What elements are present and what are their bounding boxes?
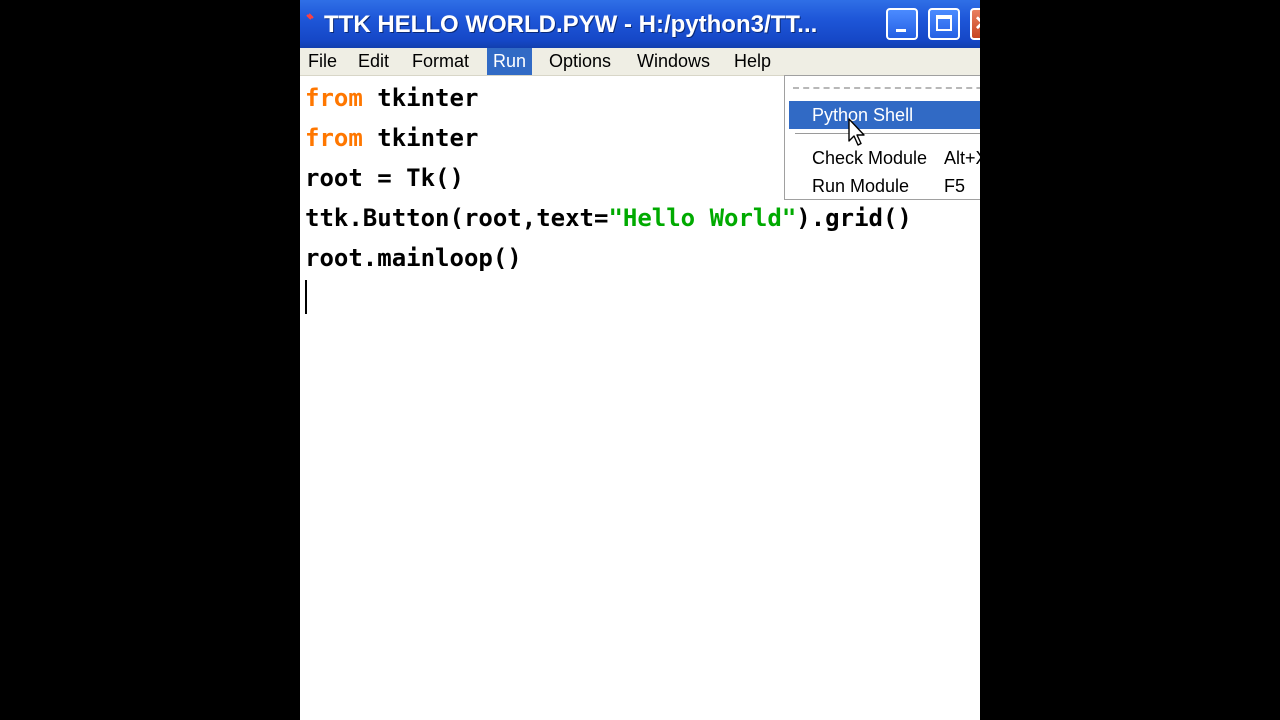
code-line: from tkinter <box>305 80 478 116</box>
idle-editor-window: TTK HELLO WORLD.PYW - H:/python3/TT... ✕… <box>300 0 980 720</box>
tearoff-line[interactable] <box>793 87 980 89</box>
menu-windows[interactable]: Windows <box>631 48 716 75</box>
menu-item-check-module[interactable]: Check Module Alt+X <box>789 144 980 172</box>
keyword: from <box>305 84 363 112</box>
menu-file[interactable]: File <box>302 48 343 75</box>
menu-format[interactable]: Format <box>406 48 475 75</box>
mouse-pointer-icon <box>848 118 865 146</box>
code-text: tkinter <box>362 124 479 152</box>
menu-item-shortcut: Alt+X <box>944 148 980 168</box>
string-literal: "Hello World" <box>608 204 797 232</box>
menu-options[interactable]: Options <box>543 48 617 75</box>
idle-app-icon <box>306 13 314 20</box>
code-text: tkinter <box>362 84 479 112</box>
menu-item-python-shell[interactable]: Python Shell <box>789 101 980 129</box>
menu-separator <box>795 133 980 135</box>
menu-item-label: Run Module <box>812 176 910 196</box>
menu-item-shortcut: F5 <box>944 176 966 196</box>
menu-edit[interactable]: Edit <box>352 48 395 75</box>
keyword: from <box>305 124 363 152</box>
code-line: root.mainloop() <box>305 244 522 272</box>
close-icon: ✕ <box>974 10 980 38</box>
minimize-icon <box>896 29 906 32</box>
code-text: ).grid() <box>796 204 912 232</box>
menu-run[interactable]: Run <box>487 48 533 75</box>
title-bar[interactable]: TTK HELLO WORLD.PYW - H:/python3/TT... ✕ <box>300 0 980 48</box>
menu-bar: File Edit Format Run Options Windows Hel… <box>300 48 980 76</box>
code-line: from tkinter <box>305 120 478 156</box>
menu-help[interactable]: Help <box>728 48 777 75</box>
code-line: ttk.Button(root,text="Hello World").grid… <box>305 200 912 236</box>
menu-item-label: Check Module <box>812 148 928 168</box>
run-menu-dropdown: Python Shell Check Module Alt+X Run Modu… <box>784 75 980 200</box>
code-text: ttk.Button(root,text= <box>305 204 609 232</box>
menu-item-run-module[interactable]: Run Module F5 <box>789 172 980 200</box>
text-caret <box>305 280 307 314</box>
minimize-button[interactable] <box>886 8 918 40</box>
maximize-icon <box>936 15 952 31</box>
code-line: root = Tk() <box>305 164 464 192</box>
window-title: TTK HELLO WORLD.PYW - H:/python3/TT... <box>324 11 818 38</box>
close-button[interactable]: ✕ <box>970 8 980 40</box>
maximize-button[interactable] <box>928 8 960 40</box>
